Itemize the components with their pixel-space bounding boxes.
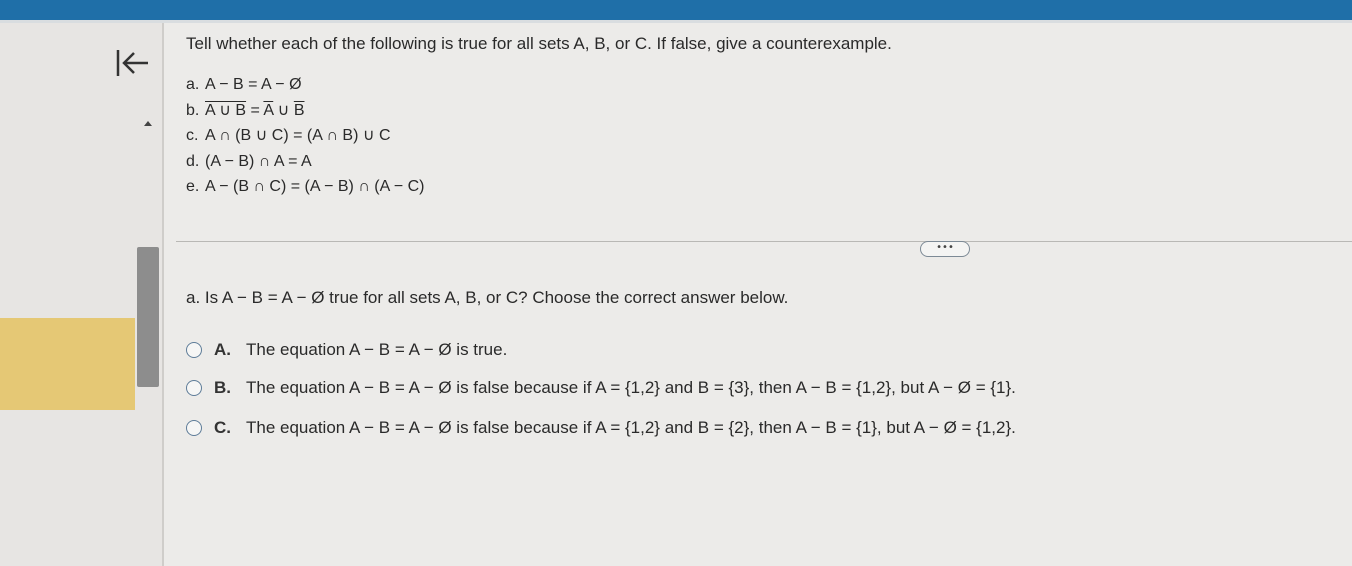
- part-text: (A − B) ∩ A = A: [205, 152, 312, 170]
- part-label: d.: [186, 152, 200, 170]
- option-text: The equation A − B = A − Ø is false beca…: [246, 378, 1016, 397]
- part-b: b. A ∪ B = A ∪ B: [186, 98, 425, 124]
- option-letter: C.: [214, 418, 231, 437]
- scrollbar-thumb[interactable]: [137, 247, 159, 387]
- part-label: a.: [186, 76, 200, 93]
- option-letter: B.: [214, 378, 231, 397]
- equals-sign: =: [246, 101, 264, 119]
- answer-option-a[interactable]: A. The equation A − B = A − Ø is true.: [186, 340, 507, 360]
- part-label: e.: [186, 178, 200, 195]
- top-bar: [0, 0, 1352, 20]
- complement-a: A: [263, 101, 274, 119]
- part-text: A ∩ (B ∪ C) = (A ∩ B) ∪ C: [205, 127, 391, 144]
- option-text: The equation A − B = A − Ø is false beca…: [246, 418, 1016, 437]
- part-text: A − (B ∩ C) = (A − B) ∩ (A − C): [205, 178, 425, 195]
- part-label: c.: [186, 127, 199, 144]
- answer-option-c[interactable]: C. The equation A − B = A − Ø is false b…: [186, 418, 1016, 438]
- problem-parts: a. A − B = A − Ø b. A ∪ B = A ∪ B c. A ∩ (B…: [186, 72, 425, 200]
- part-label: b.: [186, 101, 200, 119]
- highlight-strip: [0, 318, 135, 410]
- part-c: c. A ∩ (B ∪ C) = (A ∩ B) ∪ C: [186, 123, 425, 149]
- answer-option-b[interactable]: B. The equation A − B = A − Ø is false b…: [186, 378, 1016, 398]
- problem-prompt: Tell whether each of the following is tr…: [186, 34, 892, 53]
- radio-button[interactable]: [186, 342, 202, 358]
- part-d: d. (A − B) ∩ A = A: [186, 149, 425, 175]
- triangle-up-icon[interactable]: [142, 116, 154, 128]
- skip-to-start-icon[interactable]: [112, 44, 152, 84]
- part-text: A − B = A − Ø: [205, 76, 302, 93]
- part-e: e. A − (B ∩ C) = (A − B) ∩ (A − C): [186, 174, 425, 200]
- union-sign: ∪: [273, 101, 294, 119]
- option-text: The equation A − B = A − Ø is true.: [246, 340, 508, 359]
- question-text: a. Is A − B = A − Ø true for all sets A,…: [186, 288, 789, 307]
- complement-b: B: [293, 101, 305, 119]
- part-a: a. A − B = A − Ø: [186, 72, 425, 98]
- complement-expression: A ∪ B: [205, 101, 247, 119]
- radio-button[interactable]: [186, 420, 202, 436]
- radio-button[interactable]: [186, 380, 202, 396]
- expand-button[interactable]: •••: [920, 241, 970, 257]
- option-letter: A.: [214, 340, 231, 359]
- section-divider: [176, 241, 1352, 242]
